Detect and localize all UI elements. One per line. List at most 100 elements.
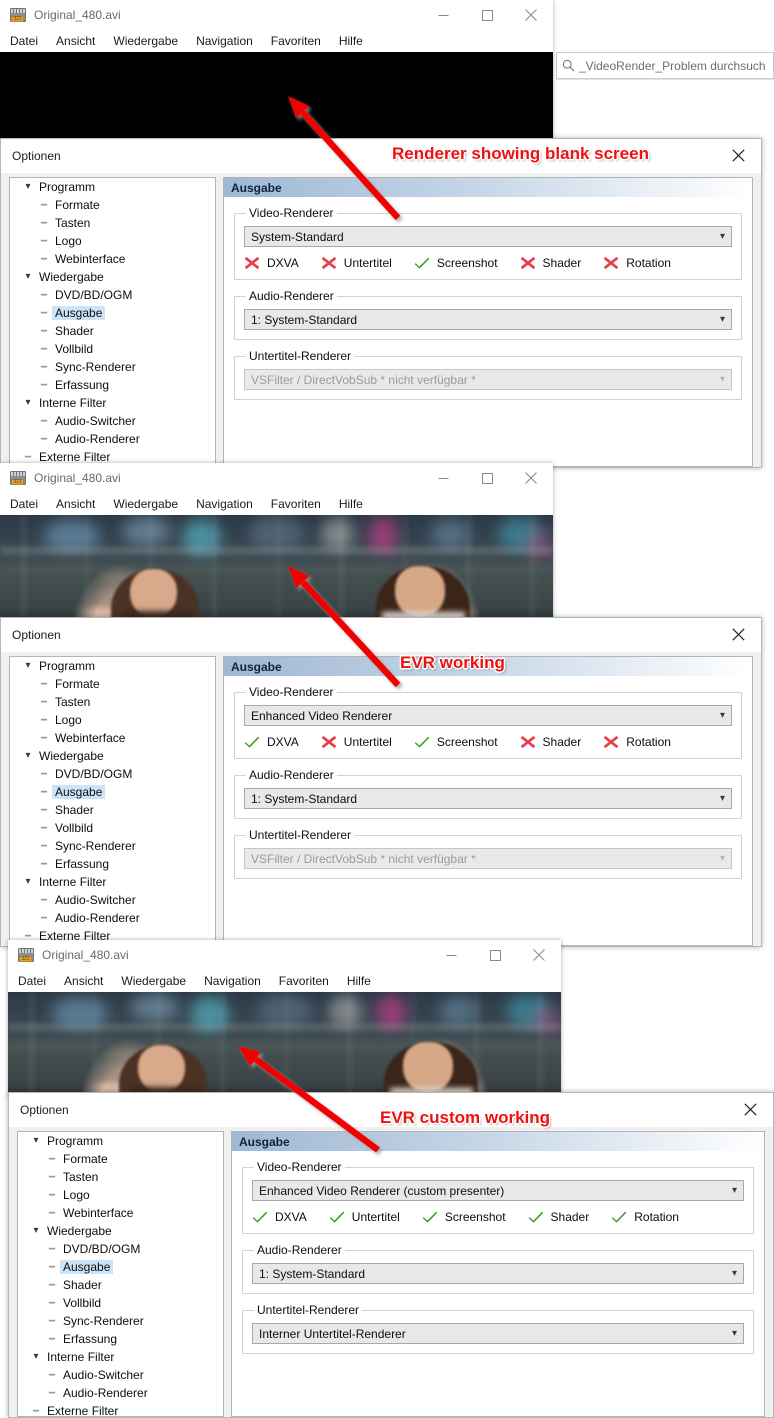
- tree-item-ausgabe[interactable]: ━ Ausgabe: [18, 1258, 223, 1276]
- menu-item-wiedergabe[interactable]: Wiedergabe: [113, 497, 178, 511]
- player-menu-bar[interactable]: Datei Ansicht Wiedergabe Navigation Favorite…: [0, 493, 553, 515]
- tree-item-logo[interactable]: ━ Logo: [10, 232, 215, 250]
- tree-item-ausgabe[interactable]: ━ Ausgabe: [10, 783, 215, 801]
- tree-item-wiedergabe[interactable]: ▾ Wiedergabe: [10, 747, 215, 765]
- chevron-down-icon[interactable]: ▾: [25, 877, 30, 887]
- menu-item-datei[interactable]: Datei: [18, 974, 46, 988]
- chevron-down-icon[interactable]: ▾: [33, 1226, 38, 1236]
- audio-renderer-combo[interactable]: 1: System-Standard ▾: [252, 1263, 744, 1284]
- chevron-down-icon[interactable]: ▾: [25, 272, 30, 282]
- maximize-icon[interactable]: [473, 940, 517, 970]
- tree-expander[interactable]: ▾: [20, 751, 36, 761]
- tree-item-audio-renderer[interactable]: ━ Audio-Renderer: [10, 909, 215, 927]
- tree-item-vollbild[interactable]: ━ Vollbild: [10, 340, 215, 358]
- tree-item-erfassung[interactable]: ━ Erfassung: [10, 376, 215, 394]
- audio-renderer-combo[interactable]: 1: System-Standard ▾: [244, 309, 732, 330]
- tree-item-dvd-bd-ogm[interactable]: ━ DVD/BD/OGM: [18, 1240, 223, 1258]
- options-tree[interactable]: ▾ Programm ━ Formate ━ Tasten ━ Logo ━ Webinterfa…: [9, 177, 216, 467]
- player-menu-bar[interactable]: Datei Ansicht Wiedergabe Navigation Favorite…: [8, 970, 561, 992]
- video-surface[interactable]: [0, 52, 553, 140]
- tree-item-logo[interactable]: ━ Logo: [10, 711, 215, 729]
- tree-item-tasten[interactable]: ━ Tasten: [10, 214, 215, 232]
- tree-item-programm[interactable]: ▾ Programm: [18, 1132, 223, 1150]
- menu-item-hilfe[interactable]: Hilfe: [347, 974, 371, 988]
- tree-expander[interactable]: ▾: [20, 877, 36, 887]
- menu-item-hilfe[interactable]: Hilfe: [339, 34, 363, 48]
- tree-item-webinterface[interactable]: ━ Webinterface: [10, 250, 215, 268]
- chevron-down-icon[interactable]: ▾: [25, 398, 30, 408]
- chevron-down-icon[interactable]: ▾: [25, 182, 30, 192]
- tree-item-audio-renderer[interactable]: ━ Audio-Renderer: [10, 430, 215, 448]
- chevron-down-icon[interactable]: ▾: [25, 661, 30, 671]
- tree-item-tasten[interactable]: ━ Tasten: [10, 693, 215, 711]
- tree-expander[interactable]: ▾: [20, 272, 36, 282]
- options-tree[interactable]: ▾ Programm ━ Formate ━ Tasten ━ Logo ━ Webinterfa…: [9, 656, 216, 946]
- menu-item-datei[interactable]: Datei: [10, 34, 38, 48]
- close-icon[interactable]: [715, 618, 761, 651]
- menu-item-wiedergabe[interactable]: Wiedergabe: [113, 34, 178, 48]
- tree-item-webinterface[interactable]: ━ Webinterface: [10, 729, 215, 747]
- tree-expander[interactable]: ▾: [28, 1136, 44, 1146]
- tree-item-formate[interactable]: ━ Formate: [10, 675, 215, 693]
- media-player-window[interactable]: 321 Original_480.avi Datei Ansicht Wiedergab…: [0, 0, 553, 140]
- menu-item-favoriten[interactable]: Favoriten: [271, 497, 321, 511]
- menu-item-hilfe[interactable]: Hilfe: [339, 497, 363, 511]
- tree-item-ausgabe[interactable]: ━ Ausgabe: [10, 304, 215, 322]
- tree-item-dvd-bd-ogm[interactable]: ━ DVD/BD/OGM: [10, 286, 215, 304]
- tree-expander[interactable]: ▾: [28, 1352, 44, 1362]
- menu-item-datei[interactable]: Datei: [10, 497, 38, 511]
- tree-item-interne-filter[interactable]: ▾ Interne Filter: [10, 394, 215, 412]
- tree-item-programm[interactable]: ▾ Programm: [10, 178, 215, 196]
- chevron-down-icon[interactable]: ▾: [33, 1136, 38, 1146]
- menu-item-navigation[interactable]: Navigation: [204, 974, 261, 988]
- menu-item-favoriten[interactable]: Favoriten: [271, 34, 321, 48]
- tree-item-formate[interactable]: ━ Formate: [10, 196, 215, 214]
- explorer-search-box[interactable]: _VideoRender_Problem durchsuch: [556, 52, 774, 79]
- close-icon[interactable]: [715, 139, 761, 172]
- tree-item-audio-switcher[interactable]: ━ Audio-Switcher: [10, 412, 215, 430]
- options-tree[interactable]: ▾ Programm ━ Formate ━ Tasten ━ Logo ━ Webinterfa…: [17, 1131, 224, 1417]
- tree-item-sync-renderer[interactable]: ━ Sync-Renderer: [10, 358, 215, 376]
- tree-item-erfassung[interactable]: ━ Erfassung: [18, 1330, 223, 1348]
- tree-expander[interactable]: ▾: [20, 182, 36, 192]
- tree-item-audio-renderer[interactable]: ━ Audio-Renderer: [18, 1384, 223, 1402]
- video-surface[interactable]: [8, 992, 561, 1097]
- tree-item-wiedergabe[interactable]: ▾ Wiedergabe: [10, 268, 215, 286]
- menu-item-wiedergabe[interactable]: Wiedergabe: [121, 974, 186, 988]
- subtitle-renderer-combo[interactable]: Interner Untertitel-Renderer ▾: [252, 1323, 744, 1344]
- tree-item-vollbild[interactable]: ━ Vollbild: [18, 1294, 223, 1312]
- minimize-icon[interactable]: [429, 940, 473, 970]
- tree-item-audio-switcher[interactable]: ━ Audio-Switcher: [10, 891, 215, 909]
- tree-expander[interactable]: ▾: [20, 661, 36, 671]
- tree-expander[interactable]: ▾: [20, 398, 36, 408]
- menu-item-navigation[interactable]: Navigation: [196, 497, 253, 511]
- video-renderer-combo[interactable]: Enhanced Video Renderer (custom presente…: [252, 1180, 744, 1201]
- tree-item-audio-switcher[interactable]: ━ Audio-Switcher: [18, 1366, 223, 1384]
- tree-item-shader[interactable]: ━ Shader: [10, 801, 215, 819]
- tree-item-wiedergabe[interactable]: ▾ Wiedergabe: [18, 1222, 223, 1240]
- maximize-icon[interactable]: [465, 463, 509, 493]
- tree-item-dvd-bd-ogm[interactable]: ━ DVD/BD/OGM: [10, 765, 215, 783]
- close-icon[interactable]: [517, 940, 561, 970]
- tree-item-shader[interactable]: ━ Shader: [18, 1276, 223, 1294]
- chevron-down-icon[interactable]: ▾: [33, 1352, 38, 1362]
- menu-item-ansicht[interactable]: Ansicht: [64, 974, 103, 988]
- tree-item-vollbild[interactable]: ━ Vollbild: [10, 819, 215, 837]
- tree-item-logo[interactable]: ━ Logo: [18, 1186, 223, 1204]
- tree-item-interne-filter[interactable]: ▾ Interne Filter: [18, 1348, 223, 1366]
- player-menu-bar[interactable]: Datei Ansicht Wiedergabe Navigation Favorite…: [0, 30, 553, 52]
- tree-item-externe-filter[interactable]: ━ Externe Filter: [18, 1402, 223, 1416]
- media-player-window[interactable]: 321 Original_480.avi Datei Ansicht Wiedergab…: [8, 940, 561, 1097]
- options-dialog[interactable]: Optionen ▾ Programm ━ Formate ━ Tasten ━ Logo ━ We…: [8, 1092, 774, 1418]
- minimize-icon[interactable]: [421, 0, 465, 30]
- player-title-bar[interactable]: 321 Original_480.avi: [8, 940, 561, 970]
- close-icon[interactable]: [727, 1093, 773, 1126]
- menu-item-navigation[interactable]: Navigation: [196, 34, 253, 48]
- video-surface[interactable]: [0, 515, 553, 622]
- tree-item-sync-renderer[interactable]: ━ Sync-Renderer: [10, 837, 215, 855]
- close-icon[interactable]: [509, 463, 553, 493]
- maximize-icon[interactable]: [465, 0, 509, 30]
- minimize-icon[interactable]: [421, 463, 465, 493]
- options-dialog[interactable]: Optionen ▾ Programm ━ Formate ━ Tasten ━ Logo ━ We…: [0, 138, 762, 468]
- tree-item-webinterface[interactable]: ━ Webinterface: [18, 1204, 223, 1222]
